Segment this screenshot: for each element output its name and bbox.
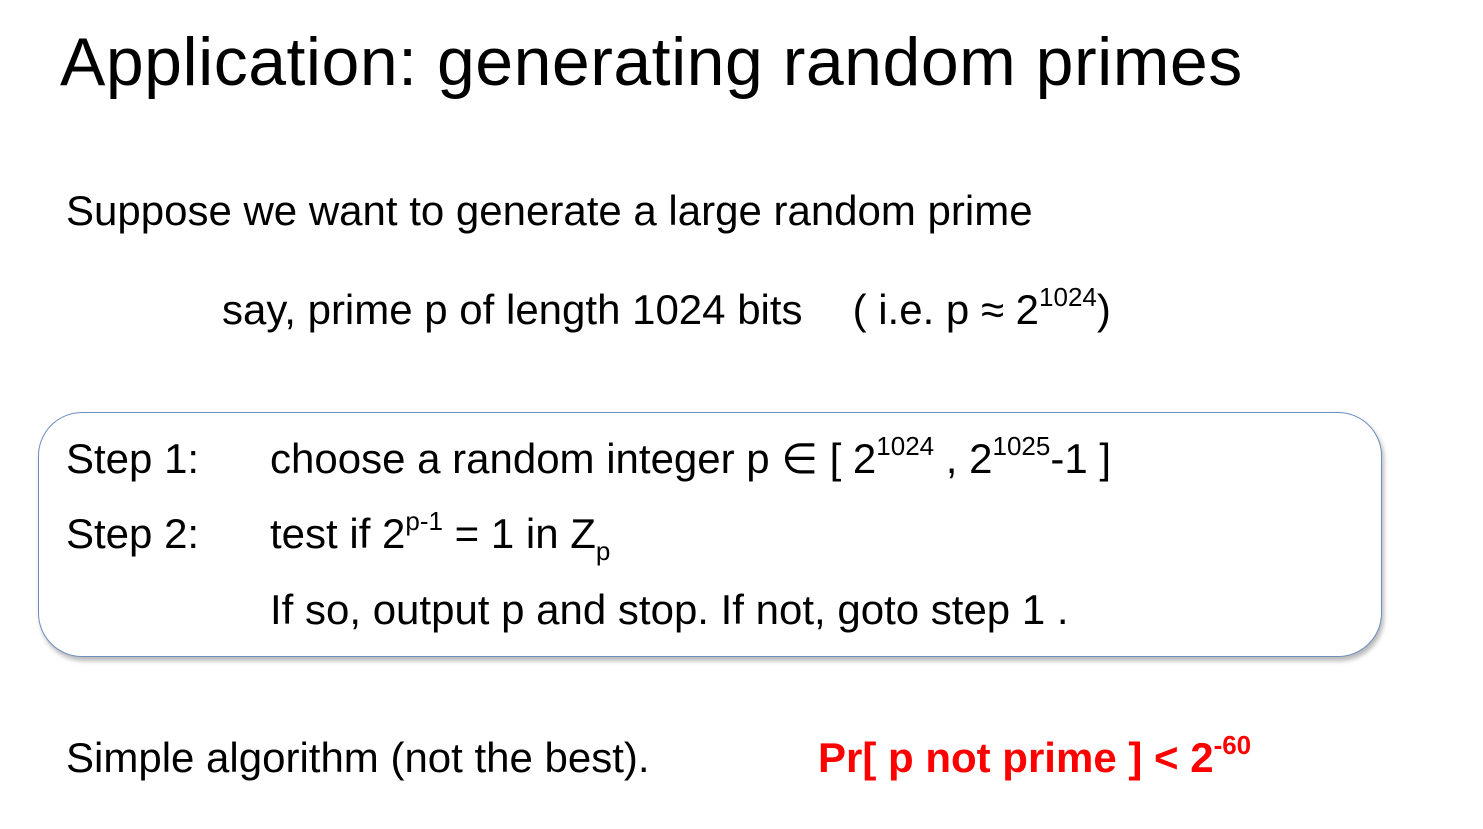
step1-text-a: choose a random integer p ∈ [ 2: [270, 435, 877, 482]
step1-label: Step 1:: [66, 435, 200, 482]
footer-probability-exponent: -60: [1213, 730, 1252, 760]
footer-left: Simple algorithm (not the best).: [66, 734, 650, 781]
step2-sub-b: p: [595, 536, 611, 566]
step1-exp-b: 1025: [992, 431, 1051, 461]
step1-exp-a: 1024: [876, 431, 935, 461]
step2-label: Step 2:: [66, 510, 200, 557]
step2-text-a: test if 2: [270, 510, 406, 557]
step1-sep: , 2: [934, 435, 993, 482]
step2-text: test if 2p-1 = 1 in Zp: [270, 506, 610, 564]
step1-text-b: -1 ]: [1050, 435, 1112, 482]
step1-text: choose a random integer p ∈ [ 21024 , 21…: [270, 431, 1112, 484]
example-ie-exponent: 1024: [1039, 282, 1097, 312]
footer-probability: Pr[ p not prime ] < 2-60: [818, 730, 1252, 783]
example-say: say, prime p of length 1024 bits: [222, 286, 803, 333]
slide-title: Application: generating random primes: [60, 24, 1243, 100]
step2-exp-a: p-1: [405, 506, 443, 536]
step2-text-b: = 1 in Z: [442, 510, 596, 557]
example-ie-open: ( i.e. p ≈ 2: [852, 286, 1040, 333]
footer-probability-text: Pr[ p not prime ] < 2: [818, 734, 1214, 781]
intro-text: Suppose we want to generate a large rand…: [66, 187, 1033, 234]
example-ie-close: ): [1096, 286, 1111, 333]
example-line: say, prime p of length 1024 bits ( i.e. p…: [222, 282, 1111, 335]
step3-text: If so, output p and stop. If not, goto s…: [270, 586, 1069, 633]
